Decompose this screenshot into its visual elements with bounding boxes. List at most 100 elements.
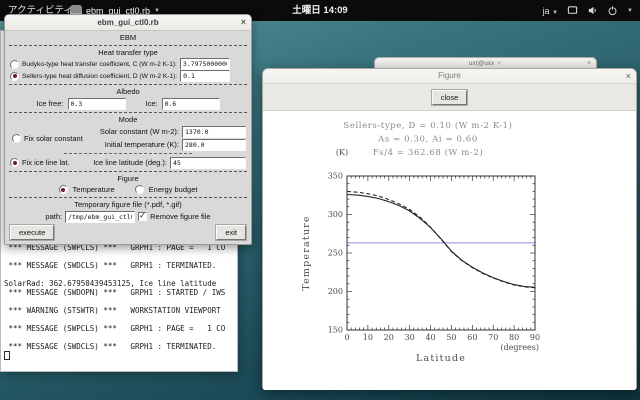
svg-text:30: 30 bbox=[405, 333, 415, 342]
volume-icon[interactable] bbox=[587, 5, 598, 16]
figure-canvas: Sellers-type, D = 0.10 (W m-2 K-1) As = 0… bbox=[263, 111, 636, 390]
ice-line-latitude-input[interactable] bbox=[170, 157, 246, 169]
budyko-radio[interactable] bbox=[10, 60, 19, 69]
close-icon[interactable]: × bbox=[241, 15, 246, 30]
solar-constant-input[interactable] bbox=[182, 126, 246, 138]
energy-budget-option-label: Energy budget bbox=[149, 185, 198, 194]
figure-section-label: Figure bbox=[8, 174, 248, 184]
close-icon[interactable]: × bbox=[626, 69, 631, 83]
series-temperature-profile-solid bbox=[347, 195, 535, 288]
button-row: execute exit bbox=[8, 224, 248, 241]
separator bbox=[9, 84, 247, 85]
terminal-line bbox=[4, 315, 236, 324]
ice-label: Ice: bbox=[146, 99, 158, 108]
figure-type-row: Temperature Energy budget bbox=[8, 184, 248, 195]
terminal-line: *** MESSAGE (SWDCLS) *** GRPH1 : TERMINA… bbox=[4, 342, 236, 351]
tmpfile-path-row: path: Remove figure file bbox=[8, 210, 248, 223]
background-window-title: uxt@uxx bbox=[469, 60, 494, 67]
sellers-label: Sellers-type heat diffusion coefficient,… bbox=[22, 73, 177, 80]
sellers-coefficient-input[interactable] bbox=[180, 70, 230, 82]
fix-ice-radio[interactable] bbox=[10, 158, 19, 167]
chevron-down-icon: ▼ bbox=[496, 61, 502, 67]
budyko-coefficient-input[interactable] bbox=[180, 58, 230, 70]
heat-section-label: Heat transfer type bbox=[8, 48, 248, 58]
separator bbox=[64, 153, 192, 154]
ice-free-label: Ice free: bbox=[36, 99, 63, 108]
fix-solar-block: Fix solar constant Solar constant (W m-2… bbox=[8, 125, 248, 151]
separator bbox=[9, 197, 247, 198]
budyko-row: Budyko-type heat transfer coefficient, C… bbox=[8, 58, 248, 70]
fix-ice-label: Fix ice line lat. bbox=[22, 158, 70, 167]
x-unit-label: (degrees) bbox=[500, 343, 539, 352]
path-label: path: bbox=[45, 212, 62, 221]
x-axis-label: Latitude bbox=[416, 353, 466, 364]
path-input[interactable] bbox=[65, 211, 135, 223]
fix-solar-label: Fix solar constant bbox=[24, 134, 83, 143]
terminal-cursor-line bbox=[4, 351, 236, 361]
control-window-body: EBM Heat transfer type Budyko-type heat … bbox=[5, 31, 251, 244]
chart-title: Sellers-type, D = 0.10 (W m-2 K-1) As = 0… bbox=[343, 120, 512, 158]
initial-temperature-label: Initial temperature (K): bbox=[100, 140, 179, 149]
ice-free-input[interactable] bbox=[68, 98, 126, 110]
svg-text:Sellers-type, D = 0.10 (W m-2: Sellers-type, D = 0.10 (W m-2 K-1) bbox=[343, 120, 512, 131]
ice-line-latitude-label: Ice line latitude (deg.): bbox=[73, 158, 167, 167]
terminal-line bbox=[4, 252, 236, 261]
svg-text:150: 150 bbox=[328, 326, 343, 335]
initial-temperature-input[interactable] bbox=[182, 139, 246, 151]
control-window-titlebar[interactable]: ebm_gui_ctl0.rb × bbox=[5, 15, 251, 31]
figure-close-button[interactable]: close bbox=[432, 90, 468, 105]
separator bbox=[9, 112, 247, 113]
terminal-line bbox=[4, 297, 236, 306]
control-window: ebm_gui_ctl0.rb × EBM Heat transfer type… bbox=[4, 14, 252, 245]
screen-icon[interactable] bbox=[567, 5, 578, 16]
sellers-radio[interactable] bbox=[10, 72, 19, 81]
chevron-down-icon[interactable]: ▼ bbox=[627, 8, 633, 14]
svg-text:40: 40 bbox=[425, 333, 435, 342]
terminal-output: *** MESSAGE (SWPCLS) *** GRPH1 : PAGE = … bbox=[4, 243, 236, 369]
terminal-cursor bbox=[4, 351, 10, 360]
fix-ice-row: Fix ice line lat. Ice line latitude (deg… bbox=[8, 156, 248, 169]
remove-figure-file-checkbox[interactable] bbox=[138, 212, 147, 221]
exit-button[interactable]: exit bbox=[216, 225, 246, 240]
energy-budget-radio[interactable] bbox=[135, 185, 144, 194]
separator bbox=[9, 45, 247, 46]
svg-text:70: 70 bbox=[488, 333, 498, 342]
budyko-label: Budyko-type heat transfer coefficient, C… bbox=[22, 61, 177, 68]
desktop: アクティビティ ebm_gui_ctl0.rb ▼ 土曜日 14:09 ja ▼… bbox=[0, 0, 640, 400]
albedo-row: Ice free: Ice: bbox=[8, 97, 248, 110]
input-method-indicator[interactable]: ja ▼ bbox=[543, 6, 558, 16]
svg-text:20: 20 bbox=[384, 333, 394, 342]
temperature-option-label: Temperature bbox=[73, 185, 115, 194]
chevron-down-icon: ▼ bbox=[552, 10, 558, 16]
power-icon[interactable] bbox=[607, 5, 618, 16]
terminal-line: SolarRad: 362.67950439453125, Ice line l… bbox=[4, 279, 236, 288]
fix-solar-radio[interactable] bbox=[12, 134, 21, 143]
y-unit-label: (K) bbox=[336, 148, 348, 157]
plot-frame bbox=[347, 176, 535, 330]
svg-text:200: 200 bbox=[328, 287, 343, 296]
albedo-section-label: Albedo bbox=[8, 87, 248, 97]
svg-text:80: 80 bbox=[509, 333, 519, 342]
terminal-line: *** MESSAGE (SWDCLS) *** GRPH1 : TERMINA… bbox=[4, 261, 236, 270]
svg-text:As = 0.30, Ai = 0.60: As = 0.30, Ai = 0.60 bbox=[377, 135, 478, 145]
x-tick-labels: 0102030405060708090 bbox=[344, 333, 540, 342]
y-axis-label: Temperature bbox=[301, 215, 312, 290]
execute-button[interactable]: execute bbox=[10, 225, 54, 240]
figure-window-title: Figure bbox=[438, 71, 461, 80]
temperature-chart: Sellers-type, D = 0.10 (W m-2 K-1) As = 0… bbox=[263, 111, 636, 390]
terminal-line: *** WARNING (STSWTR) *** WORKSTATION VIE… bbox=[4, 306, 236, 315]
svg-text:350: 350 bbox=[328, 172, 343, 181]
separator bbox=[9, 171, 247, 172]
svg-text:250: 250 bbox=[328, 249, 343, 258]
ice-input[interactable] bbox=[162, 98, 220, 110]
clock[interactable]: 土曜日 14:09 bbox=[292, 0, 347, 21]
figure-window-titlebar[interactable]: Figure × bbox=[263, 69, 636, 84]
terminal-line bbox=[4, 270, 236, 279]
system-tray: ja ▼ ▼ bbox=[543, 0, 633, 21]
axis-ticks bbox=[347, 176, 535, 330]
terminal-line bbox=[4, 333, 236, 342]
temperature-radio[interactable] bbox=[59, 185, 68, 194]
svg-text:Fs/4 = 362.68 (W m-2): Fs/4 = 362.68 (W m-2) bbox=[373, 147, 484, 158]
figure-toolbar: close bbox=[263, 84, 636, 111]
svg-text:10: 10 bbox=[363, 333, 373, 342]
